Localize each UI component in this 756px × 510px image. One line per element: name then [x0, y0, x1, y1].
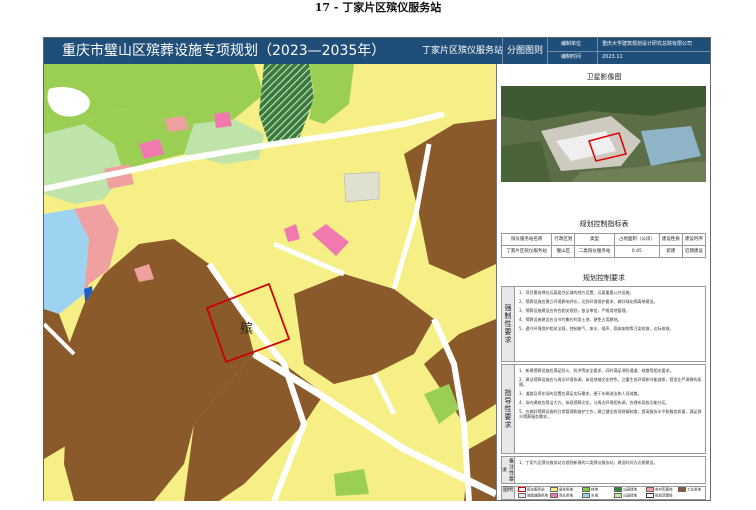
meta-row-unit: 编制单位 重庆大学建筑规划设计研究总院有限公司	[547, 38, 710, 52]
mandatory-requirements: 强制性要求 1、项目需选择在远离居住区域的地方设置，远离重要公共设施。 2、殡葬…	[501, 286, 706, 362]
mandatory-list: 1、项目需选择在远离居住区域的地方设置，远离重要公共设施。 2、殡葬设施应建立环…	[519, 290, 702, 335]
list-item: 5、应做好殡葬设施的日常管理和维护工作，建立健全各项规章制度，提高服务水平和服务…	[519, 409, 702, 419]
list-item: 5、遵守环境保护相关法规，控制废气、废水、噪声、固体废物等污染排放，达标排放。	[519, 326, 674, 331]
legend-swatch	[646, 493, 654, 498]
sheet-type: 分图图则	[502, 38, 548, 64]
legend-swatch	[518, 487, 526, 492]
satellite-drawing	[501, 86, 706, 182]
land-use-map[interactable]: 殡 0 25 50 100 150 200 m	[44, 64, 496, 501]
legend-swatch	[550, 487, 558, 492]
table-header-row: 殡仪服务站名称 行政区划 类型 占地面积（公顷） 建设性质 建设时序	[500, 233, 707, 246]
legend-item: 农村宅基地	[646, 487, 673, 493]
legend-swatch	[518, 493, 526, 498]
legend-text: 公园绿地	[623, 493, 637, 498]
legend-text: 水域	[591, 493, 598, 498]
list-item: 1、项目需选择在远离居住区域的地方设置，远离重要公共设施。	[519, 290, 634, 295]
list-item: 3、殡葬设施建设应符合相关规划，依法审批，严格用地管理。	[519, 308, 630, 313]
map-drawing	[44, 64, 496, 501]
legend-item: 商业用地	[550, 493, 573, 499]
legend-item: 水域	[582, 493, 598, 499]
legend-text: 林地	[591, 487, 598, 492]
requirements-title: 规划控制要求	[583, 274, 625, 282]
table-cell: 0.45	[613, 245, 660, 258]
info-panel: 卫星影像图 规划控制指标表 殡仪服务站名称 行政区划 类型 占地面积（公顷） 建…	[496, 64, 711, 501]
plan-sheet: 重庆市璧山区殡葬设施专项规划（2023—2035年） 丁家片区殡仪服务站 分图图…	[43, 37, 711, 501]
satellite-image	[501, 86, 706, 182]
meta-block: 编制单位 重庆大学建筑规划设计研究总院有限公司 编制时间 2023.11	[547, 38, 710, 64]
guidance-label: 指导性要求	[502, 365, 515, 453]
list-item: 4、场内建筑应简洁大方，体现殡葬文化，与周边环境相协调，合理布局各功能分区。	[519, 400, 670, 405]
legend-text: 公园绿地	[623, 487, 637, 492]
mandatory-label: 强制性要求	[502, 287, 515, 361]
table-header-cell: 行政区划	[551, 233, 576, 246]
photo-title: 卫星影像图	[586, 73, 622, 81]
list-item: 1、丁家片区殡仪服务站为规划新建的二类殡仪服务站，建设时间为近期建设。	[519, 460, 658, 465]
legend-item: 林地	[582, 487, 598, 493]
meta-key: 编制时间	[560, 54, 581, 60]
meta-row-date: 编制时间 2023.11	[547, 51, 710, 64]
table-header-cell: 建设时序	[681, 233, 707, 246]
legend-swatch	[614, 493, 622, 498]
page-heading: 17 - 丁家片区殡仪服务站	[314, 1, 442, 14]
table-header-cell: 建设性质	[658, 233, 683, 246]
notes-requirements: 备注性要求 1、丁家片区殡仪服务站为规划新建的二类殡仪服务站，建设时间为近期建设…	[501, 456, 706, 484]
table-cell: 璧山区	[551, 245, 576, 258]
meta-value: 重庆大学建筑规划设计研究总院有限公司	[597, 38, 712, 51]
site-symbol: 殡	[240, 322, 254, 337]
table-cell: 近期建设	[681, 245, 707, 258]
notes-label: 备注性要求	[501, 457, 515, 483]
plan-title: 重庆市璧山区殡葬设施专项规划（2023—2035年）	[62, 43, 386, 59]
list-item: 3、道路及停车场的设置应满足实际需求，便于车辆进出和人员疏散。	[519, 391, 642, 396]
list-item: 4、殡葬设施建设应当节约集约利用土地，避免占用耕地。	[519, 317, 622, 322]
legend-item: 城镇道路用地	[518, 493, 548, 499]
list-item: 2、殡葬设施应建立环境影响评价，达到环境保护要求，做好绿化隔离带建设。	[519, 299, 658, 304]
indicator-title: 规划控制指标表	[579, 220, 629, 228]
table-row: 丁家片区殡仪服务站 璧山区 二类殡仪服务站 0.45 新建 近期建设	[500, 245, 707, 258]
legend-item: 工业用地	[678, 487, 701, 493]
notes-list: 1、丁家片区殡仪服务站为规划新建的二类殡仪服务站，建设时间为近期建设。	[519, 460, 702, 469]
list-item: 2、建议殡葬设施应与周边环境协调，体现地域文化特色，注重生态环保和节能减排，营造…	[519, 377, 702, 387]
guidance-list: 1、新建殡葬设施应满足防火、防洪等安全要求，同时满足消防通道、疏散等相关要求。 …	[519, 368, 702, 423]
legend-text: 规划范围线	[655, 493, 673, 498]
station-name: 丁家片区殡仪服务站	[422, 46, 504, 56]
list-item: 1、新建殡葬设施应满足防火、防洪等安全要求，同时满足消防通道、疏散等相关要求。	[519, 368, 674, 373]
table-cell: 新建	[658, 245, 683, 258]
table-header-cell: 占地面积（公顷）	[613, 233, 660, 246]
table-cell: 二类殡仪服务站	[574, 245, 615, 258]
table-header-cell: 类型	[574, 233, 615, 246]
meta-key: 编制单位	[560, 41, 581, 47]
legend-swatch	[582, 487, 590, 492]
legend-swatch	[614, 487, 622, 492]
indicator-table: 殡仪服务站名称 行政区划 类型 占地面积（公顷） 建设性质 建设时序 丁家片区殡…	[500, 233, 707, 258]
legend-item: 规划范围线	[646, 493, 673, 499]
legend-item: 公园绿地	[614, 487, 637, 493]
legend-text: 城镇道路用地	[527, 493, 548, 498]
legend: 图例 殡仪服务站 居住用地 林地 公园绿地 农村宅基地 工业用地 城镇道路用地 商业用地 水域公…	[501, 486, 706, 500]
guidance-requirements: 指导性要求 1、新建殡葬设施应满足防火、防洪等安全要求，同时满足消防通道、疏散等…	[501, 364, 706, 454]
legend-swatch	[646, 487, 654, 492]
legend-text: 商业用地	[559, 493, 573, 498]
legend-item: 居住用地	[550, 487, 573, 493]
header-bar: 重庆市璧山区殡葬设施专项规划（2023—2035年） 丁家片区殡仪服务站 分图图…	[44, 38, 710, 64]
table-cell: 丁家片区殡仪服务站	[500, 245, 553, 258]
legend-text: 殡仪服务站	[527, 487, 545, 492]
legend-swatch	[678, 487, 686, 492]
legend-swatch	[550, 493, 558, 498]
meta-value: 2023.11	[597, 51, 712, 64]
legend-text: 居住用地	[559, 487, 573, 492]
legend-text: 农村宅基地	[655, 487, 673, 492]
legend-text: 工业用地	[687, 487, 701, 492]
legend-swatch	[582, 493, 590, 498]
table-header-cell: 殡仪服务站名称	[500, 233, 553, 246]
legend-label: 图例	[502, 487, 515, 499]
legend-item: 公园绿地	[614, 493, 637, 499]
legend-item: 殡仪服务站	[518, 487, 545, 493]
